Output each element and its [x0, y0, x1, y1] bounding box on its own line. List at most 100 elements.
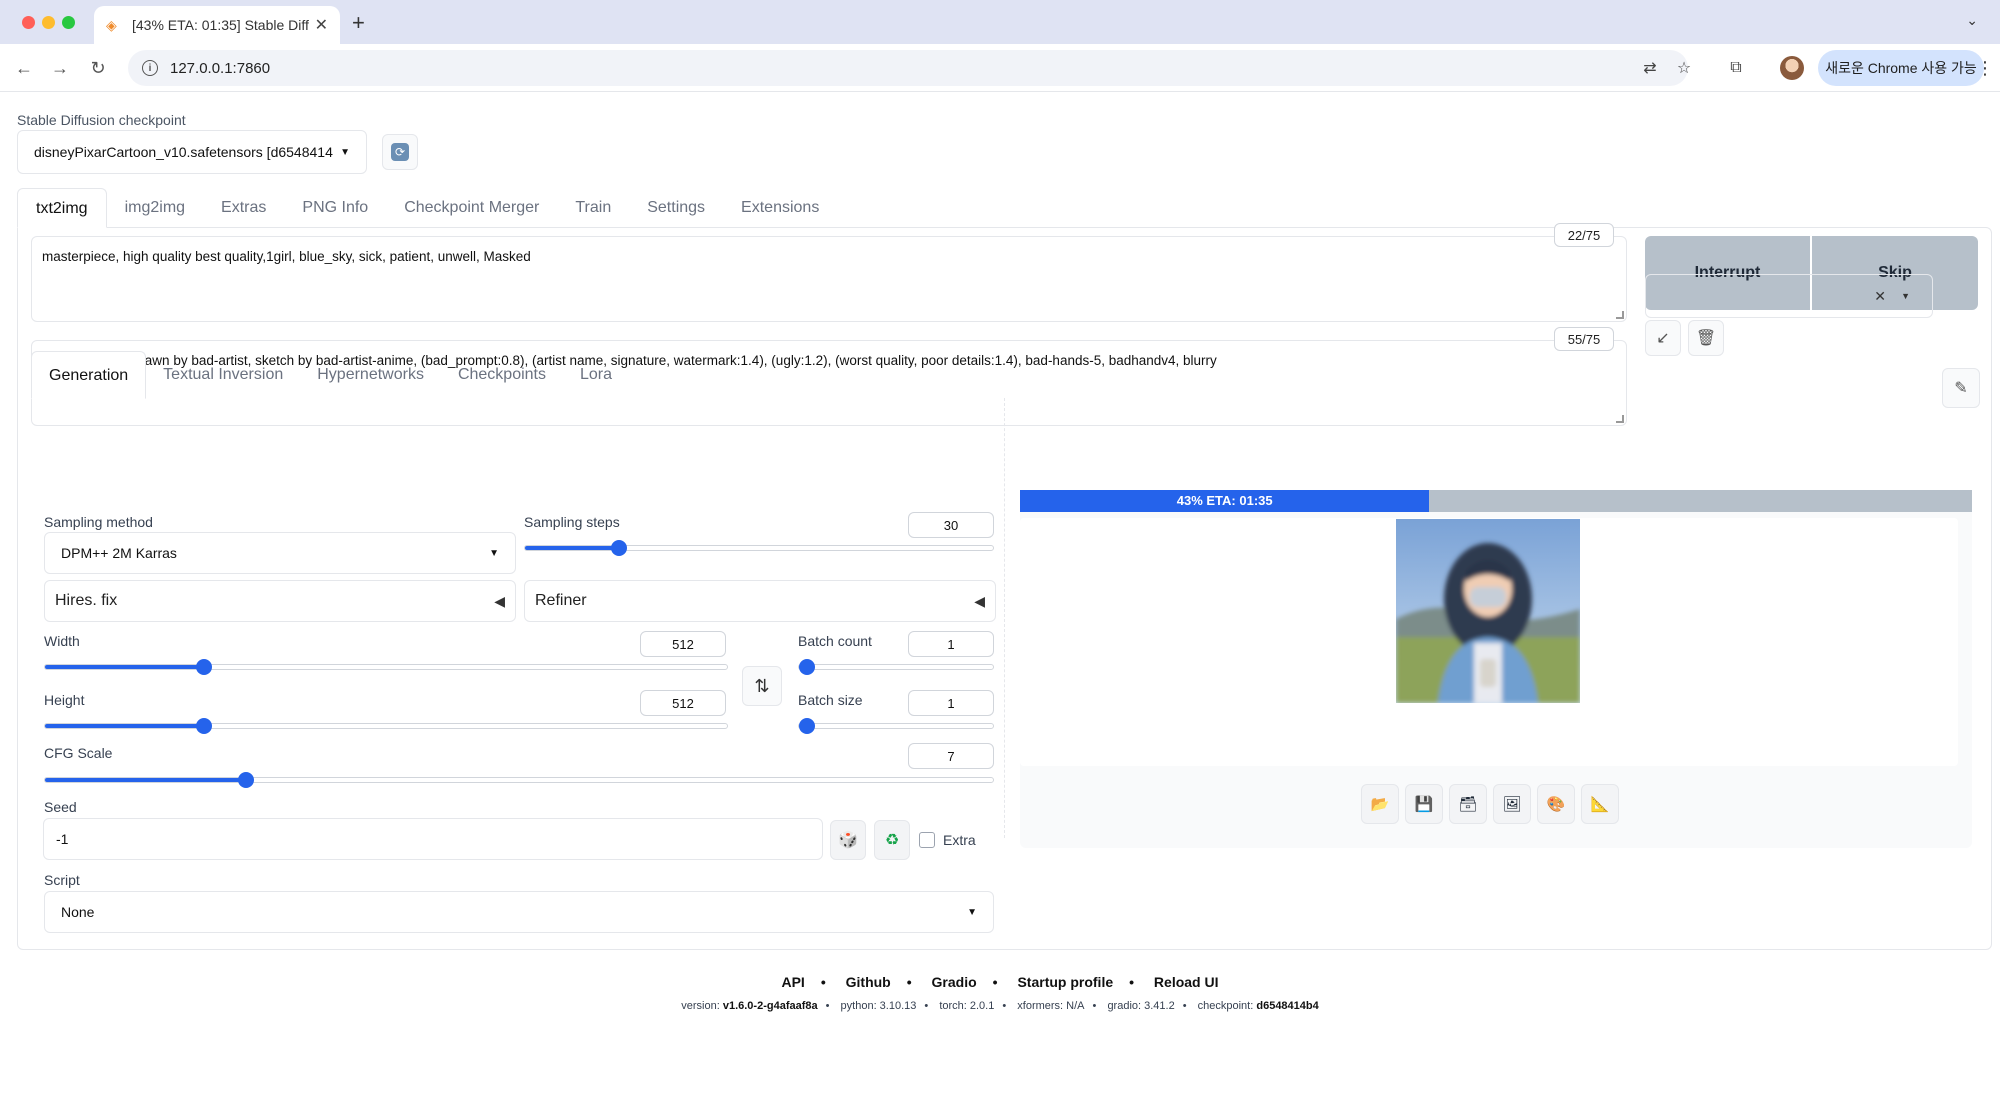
tab-checkpoints[interactable]: Checkpoints	[441, 351, 563, 399]
refresh-icon: ⟳	[391, 143, 409, 161]
batch-count-input[interactable]: 1	[908, 631, 994, 657]
checkpoint-select[interactable]: disneyPixarCartoon_v10.safetensors [d654…	[17, 130, 367, 174]
chevron-down-icon: ▼	[489, 547, 499, 559]
slider-thumb[interactable]	[799, 659, 815, 675]
site-info-icon[interactable]: i	[142, 60, 158, 76]
batch-size-input[interactable]: 1	[908, 690, 994, 716]
refresh-checkpoints-button[interactable]: ⟳	[382, 134, 418, 170]
slider-thumb[interactable]	[195, 718, 212, 734]
maximize-window-button[interactable]	[62, 16, 75, 29]
zip-archive-icon[interactable]: 🗃	[1449, 784, 1487, 824]
xformers-version: xformers: N/A	[1017, 1000, 1085, 1012]
script-select[interactable]: None ▼	[44, 891, 994, 933]
send-to-extras-ruler-icon[interactable]: 📐	[1581, 784, 1619, 824]
chrome-update-button[interactable]: 새로운 Chrome 사용 가능	[1818, 50, 1984, 86]
github-link[interactable]: Github	[846, 974, 891, 990]
slider-thumb[interactable]	[610, 540, 627, 556]
profile-avatar[interactable]	[1780, 56, 1804, 80]
styles-select[interactable]: ✕ ▼	[1645, 274, 1933, 318]
resize-handle-icon[interactable]	[1616, 415, 1624, 423]
slider-thumb[interactable]	[799, 718, 815, 734]
sampling-steps-slider[interactable]	[524, 540, 994, 556]
preview-image[interactable]	[1396, 519, 1580, 703]
progress-bar: 43% ETA: 01:35	[1020, 490, 1972, 512]
reload-ui-link[interactable]: Reload UI	[1154, 974, 1219, 990]
cfg-scale-slider[interactable]	[44, 772, 994, 788]
cfg-scale-input[interactable]: 7	[908, 743, 994, 769]
minimize-window-button[interactable]	[42, 16, 55, 29]
slider-fill	[45, 665, 204, 669]
tab-extras[interactable]: Extras	[203, 188, 284, 228]
tab-generation[interactable]: Generation	[31, 351, 147, 399]
gradio-version: gradio: 3.41.2	[1107, 1000, 1175, 1012]
hires-fix-label: Hires. fix	[55, 592, 118, 609]
bookmark-star-icon[interactable]: ☆	[1672, 56, 1696, 80]
send-to-img2img-picture-icon[interactable]: 🖼	[1493, 784, 1531, 824]
address-bar[interactable]: i 127.0.0.1:7860	[128, 50, 1688, 86]
batch-count-slider[interactable]	[798, 659, 994, 675]
extra-label: Extra	[943, 832, 976, 848]
slider-thumb[interactable]	[195, 659, 212, 675]
translate-icon[interactable]: ⇄	[1638, 56, 1662, 80]
browser-tab[interactable]: ◈ [43% ETA: 01:35] Stable Diffusion ✕	[94, 6, 340, 44]
sampling-steps-input[interactable]: 30	[908, 512, 994, 538]
hires-fix-accordion[interactable]: Hires. fix ◀	[44, 580, 516, 622]
tab-close-icon[interactable]: ✕	[315, 15, 328, 35]
new-tab-button[interactable]: +	[352, 10, 365, 36]
tab-title: [43% ETA: 01:35] Stable Diffusion	[132, 17, 309, 33]
reload-icon[interactable]: ↻	[84, 54, 112, 82]
reuse-seed-recycle-icon[interactable]: ♻	[874, 820, 910, 860]
tab-img2img[interactable]: img2img	[107, 188, 203, 228]
trash-icon[interactable]: 🗑	[1688, 320, 1724, 356]
tab-train[interactable]: Train	[557, 188, 629, 228]
tab-settings[interactable]: Settings	[629, 188, 723, 228]
random-seed-dice-icon[interactable]: 🎲	[830, 820, 866, 860]
batch-size-slider[interactable]	[798, 718, 994, 734]
tab-textual-inversion[interactable]: Textual Inversion	[146, 351, 300, 399]
save-disk-icon[interactable]: 💾	[1405, 784, 1443, 824]
back-arrow-icon[interactable]: ←	[10, 54, 38, 82]
api-link[interactable]: API	[781, 974, 804, 990]
tab-lora[interactable]: Lora	[563, 351, 629, 399]
forward-arrow-icon[interactable]: →	[46, 54, 74, 82]
url-text: 127.0.0.1:7860	[170, 59, 271, 77]
edit-styles-pencil-icon[interactable]: ✎	[1942, 368, 1980, 408]
footer-links: API • Github • Gradio • Startup profile • Re…	[781, 974, 1219, 990]
swap-dimensions-icon[interactable]: ⇅	[742, 666, 782, 706]
height-input[interactable]: 512	[640, 690, 726, 716]
read-params-arrow-icon[interactable]: ↙	[1645, 320, 1681, 356]
tab-search-chevron-icon[interactable]: ⌄	[1966, 12, 1978, 29]
checkpoint-hash-label: checkpoint:	[1197, 1000, 1254, 1012]
version-label: version:	[681, 1000, 720, 1012]
tab-extensions[interactable]: Extensions	[723, 188, 837, 228]
extra-checkbox[interactable]	[919, 832, 935, 848]
startup-profile-link[interactable]: Startup profile	[1017, 974, 1113, 990]
height-slider[interactable]	[44, 718, 728, 734]
open-folder-icon[interactable]: 📂	[1361, 784, 1399, 824]
prompt-text: masterpiece, high quality best quality,1…	[42, 249, 531, 264]
width-slider[interactable]	[44, 659, 728, 675]
sampling-steps-label: Sampling steps	[524, 514, 620, 530]
gradio-link[interactable]: Gradio	[932, 974, 977, 990]
clear-icon[interactable]: ✕	[1874, 288, 1886, 305]
extensions-puzzle-icon[interactable]: ⧉	[1724, 56, 1748, 80]
checkpoint-value: disneyPixarCartoon_v10.safetensors [d654…	[34, 144, 333, 160]
resize-handle-icon[interactable]	[1616, 311, 1624, 319]
tab-hypernetworks[interactable]: Hypernetworks	[300, 351, 441, 399]
slider-thumb[interactable]	[237, 772, 254, 788]
tab-checkpoint-merger[interactable]: Checkpoint Merger	[386, 188, 557, 228]
width-input[interactable]: 512	[640, 631, 726, 657]
seed-input[interactable]: -1	[43, 818, 823, 860]
seed-value: -1	[56, 831, 69, 847]
version-value: v1.6.0-2-g4afaaf8a	[722, 1000, 818, 1012]
refiner-accordion[interactable]: Refiner ◀	[524, 580, 996, 622]
tab-png-info[interactable]: PNG Info	[284, 188, 386, 228]
chrome-menu-icon[interactable]: ⋮	[1976, 58, 1994, 79]
sampling-method-select[interactable]: DPM++ 2M Karras ▼	[44, 532, 516, 574]
sampling-method-label: Sampling method	[44, 514, 153, 530]
send-to-inpaint-palette-icon[interactable]: 🎨	[1537, 784, 1575, 824]
tab-txt2img[interactable]: txt2img	[17, 188, 107, 228]
close-window-button[interactable]	[22, 16, 35, 29]
width-label: Width	[44, 633, 80, 649]
prompt-textarea[interactable]: masterpiece, high quality best quality,1…	[31, 236, 1627, 322]
